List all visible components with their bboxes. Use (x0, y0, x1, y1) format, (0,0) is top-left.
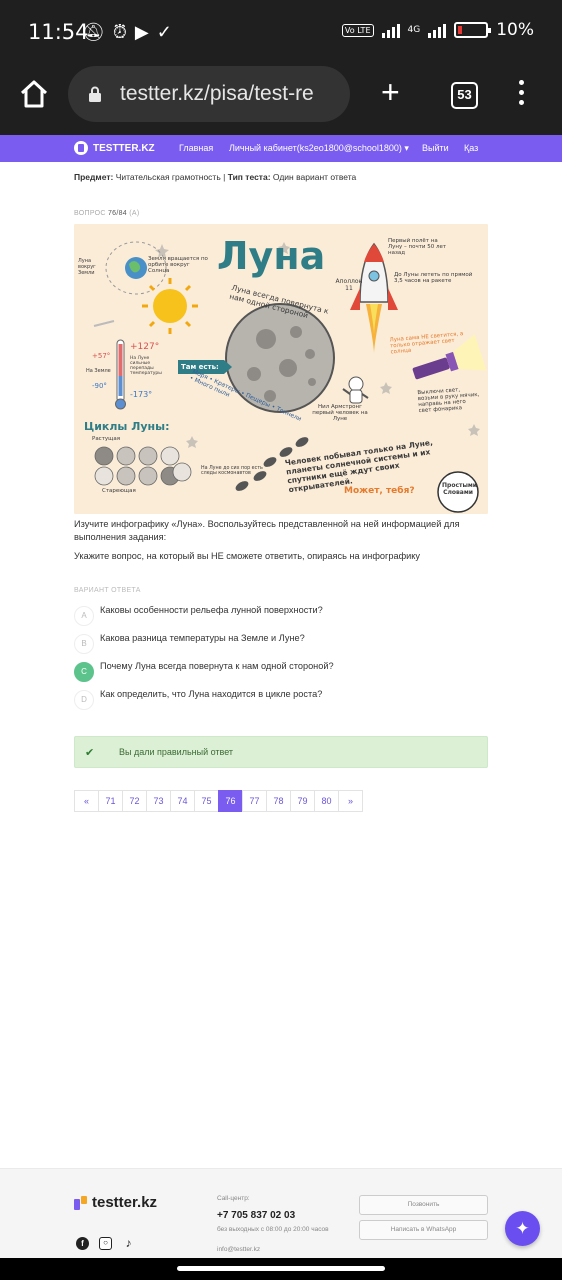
option-d-text: Как определить, что Луна находится в цик… (100, 689, 323, 699)
option-c[interactable]: C Почему Луна всегда повернута к нам одн… (74, 660, 488, 682)
status-bar: 11:54 🔕︎ ⏰︎ ▶︎ ✓ Vo LTE 4G 10% (0, 0, 562, 64)
signal-icon (381, 22, 400, 38)
question-number: ВОПРОС 76/84 (A) (74, 210, 140, 217)
page-link[interactable]: 74 (170, 790, 195, 812)
page-link[interactable]: 72 (122, 790, 147, 812)
page-link[interactable]: 71 (98, 790, 123, 812)
sparkle-icon: ✦ (515, 1219, 530, 1238)
site-navbar: TESTTER.KZ Главная Личный кабинет(ks2eo1… (0, 135, 562, 162)
instagram-icon[interactable]: ○ (99, 1237, 112, 1250)
ai-assistant-button[interactable]: ✦ (505, 1211, 540, 1246)
page-link[interactable]: 79 (290, 790, 315, 812)
check-icon: ✓ (156, 22, 172, 42)
lock-icon (89, 86, 101, 102)
footer-logo[interactable]: testter.kz (74, 1194, 157, 1211)
url-bar-row: testter.kz/pisa/test-re + 53 (0, 64, 562, 126)
option-c-text: Почему Луна всегда повернута к нам одной… (100, 661, 334, 671)
nav-home-link[interactable]: Главная (179, 143, 213, 153)
option-b[interactable]: B Какова разница температуры на Земле и … (74, 632, 488, 654)
more-menu-icon[interactable] (515, 80, 527, 108)
volte-icon: Vo LTE (341, 23, 374, 37)
url-text: testter.kz/pisa/test-re (120, 82, 314, 105)
option-c-marker[interactable]: C (74, 662, 94, 682)
result-text: Вы дали правильный ответ (119, 747, 234, 757)
page-current[interactable]: 76 (218, 790, 243, 812)
footer-phone[interactable]: +7 705 837 02 03 (217, 1210, 329, 1221)
result-alert: ✔ Вы дали правильный ответ (74, 736, 488, 768)
option-b-marker[interactable]: B (74, 634, 94, 654)
battery-level: 10% (496, 20, 534, 40)
option-a-text: Каковы особенности рельефа лунной поверх… (100, 605, 323, 615)
question-prompt: Укажите вопрос, на который вы НЕ сможете… (74, 551, 421, 561)
youtube-icon: ▶︎ (134, 22, 149, 42)
call-center-label: Call-центр: (217, 1195, 250, 1202)
alarm-icon: ⏰︎ (112, 22, 127, 42)
social-links: f ○ ♪ (76, 1237, 135, 1250)
logo-icon (74, 141, 88, 155)
call-button[interactable]: Позвонить (359, 1195, 488, 1215)
page-link[interactable]: 80 (314, 790, 339, 812)
nav-cabinet-link[interactable]: Личный кабинет(ks2eo1800@school1800) ▾ (229, 143, 409, 154)
option-d-marker[interactable]: D (74, 690, 94, 710)
question-text: Изучите инфографику «Луна». Воспользуйте… (74, 519, 460, 542)
battery-icon (454, 22, 492, 38)
new-tab-icon[interactable]: + (381, 76, 400, 108)
signal-2-icon (428, 22, 447, 38)
check-icon: ✔ (85, 747, 95, 759)
pagination: « 71 72 73 74 75 76 77 78 79 80 » (74, 790, 363, 812)
clock: 11:54 (28, 20, 89, 44)
infographic-title: Луна (217, 234, 326, 278)
tab-switcher-button[interactable]: 53 (451, 82, 478, 109)
home-gesture-bar[interactable] (177, 1266, 385, 1271)
option-d[interactable]: D Как определить, что Луна находится в ц… (74, 688, 488, 710)
network-type: 4G (407, 25, 421, 35)
address-bar[interactable]: testter.kz/pisa/test-re (68, 66, 350, 122)
site-logo[interactable]: TESTTER.KZ (74, 141, 155, 155)
option-b-text: Какова разница температуры на Земле и Лу… (100, 633, 305, 643)
facebook-icon[interactable]: f (76, 1237, 89, 1250)
footer-hours: без выходных с 08:00 до 20:00 часов (217, 1226, 329, 1233)
page-link[interactable]: 77 (242, 790, 267, 812)
option-a[interactable]: A Каковы особенности рельефа лунной пове… (74, 604, 488, 626)
test-meta: Предмет: Читательская грамотность | Тип … (74, 172, 357, 182)
home-icon[interactable] (18, 78, 50, 110)
site-footer: testter.kz f ○ ♪ Call-центр: +7 705 837 … (0, 1168, 562, 1258)
whatsapp-button[interactable]: Написать в WhatsApp (359, 1220, 488, 1240)
page-link[interactable]: 78 (266, 790, 291, 812)
options-label: ВАРИАНТ ОТВЕТА (74, 587, 141, 594)
footer-contacts: Call-центр: +7 705 837 02 03 без выходны… (217, 1195, 329, 1253)
page-link[interactable]: 75 (194, 790, 219, 812)
page-next[interactable]: » (338, 790, 363, 812)
footer-logo-icon (74, 1195, 88, 1210)
page-prev[interactable]: « (74, 790, 99, 812)
option-a-marker[interactable]: A (74, 606, 94, 626)
nav-logout-link[interactable]: Выйти (422, 143, 449, 153)
system-icons: Vo LTE 4G 10% (341, 20, 534, 40)
nav-lang-link[interactable]: Қаз (464, 143, 478, 153)
notification-icons: 🔕︎ ⏰︎ ▶︎ ✓ (82, 22, 172, 43)
tiktok-icon[interactable]: ♪ (122, 1237, 135, 1250)
moon-infographic: Луна Луна вокруг Земли Земля вращается п… (74, 224, 488, 514)
browser-chrome: 11:54 🔕︎ ⏰︎ ▶︎ ✓ Vo LTE 4G 10% testter.k… (0, 0, 562, 135)
page-link[interactable]: 73 (146, 790, 171, 812)
mute-icon: 🔕︎ (82, 22, 105, 42)
footer-email[interactable]: info@testter.kz (217, 1246, 329, 1253)
system-nav-bar (0, 1258, 562, 1280)
